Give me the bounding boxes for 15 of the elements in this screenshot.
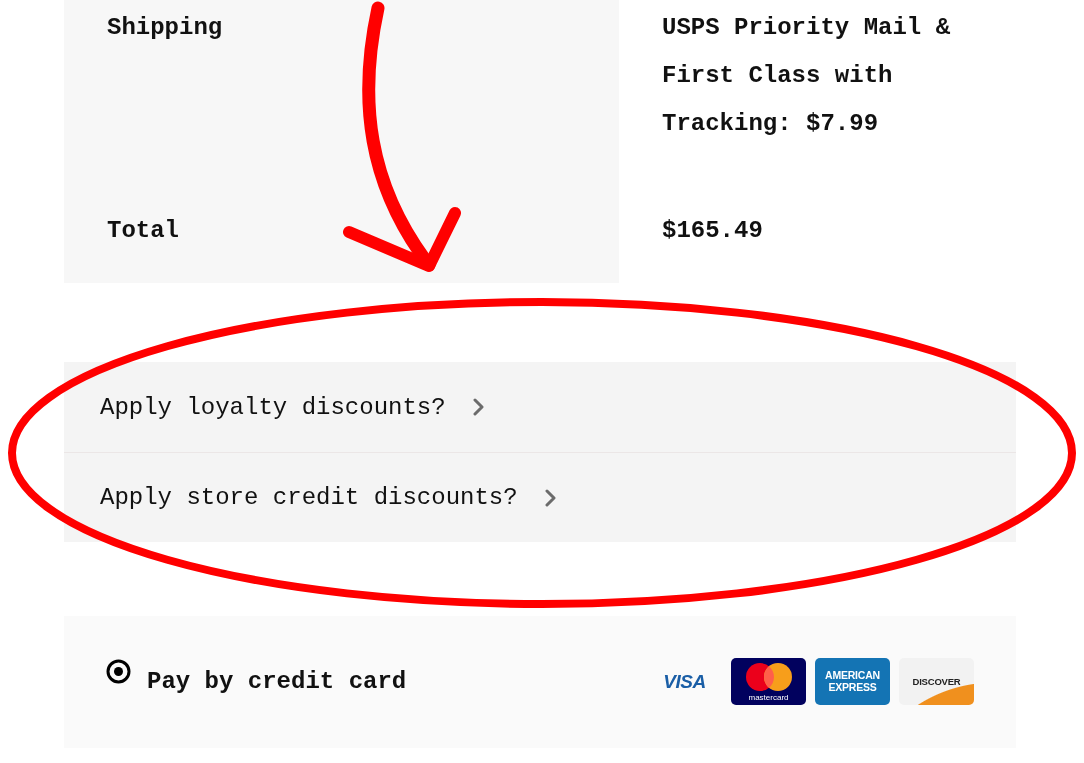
card-brand-text: VISA [663, 672, 706, 691]
chevron-right-icon [472, 398, 484, 416]
discount-link[interactable]: Apply loyalty discounts? [64, 362, 1016, 452]
card-brand-text: mastercard [748, 694, 789, 702]
payment-method-label: Pay by credit card [147, 667, 407, 697]
card-brand-text: AMERICAN EXPRESS [825, 670, 880, 693]
summary-label: Total [107, 217, 179, 244]
summary-label: Shipping [107, 14, 223, 41]
overlapping-circles-icon [745, 663, 792, 691]
summary-value: USPS Priority Mail & First Class with Tracking: $7.99 [662, 14, 951, 137]
chevron-right-icon [544, 488, 556, 507]
radio-button[interactable] [106, 659, 131, 684]
discount-link[interactable]: Apply store credit discounts? [64, 452, 1016, 542]
summary-value: $165.49 [662, 217, 763, 244]
card-brand-text: DISCOVER [912, 676, 961, 687]
